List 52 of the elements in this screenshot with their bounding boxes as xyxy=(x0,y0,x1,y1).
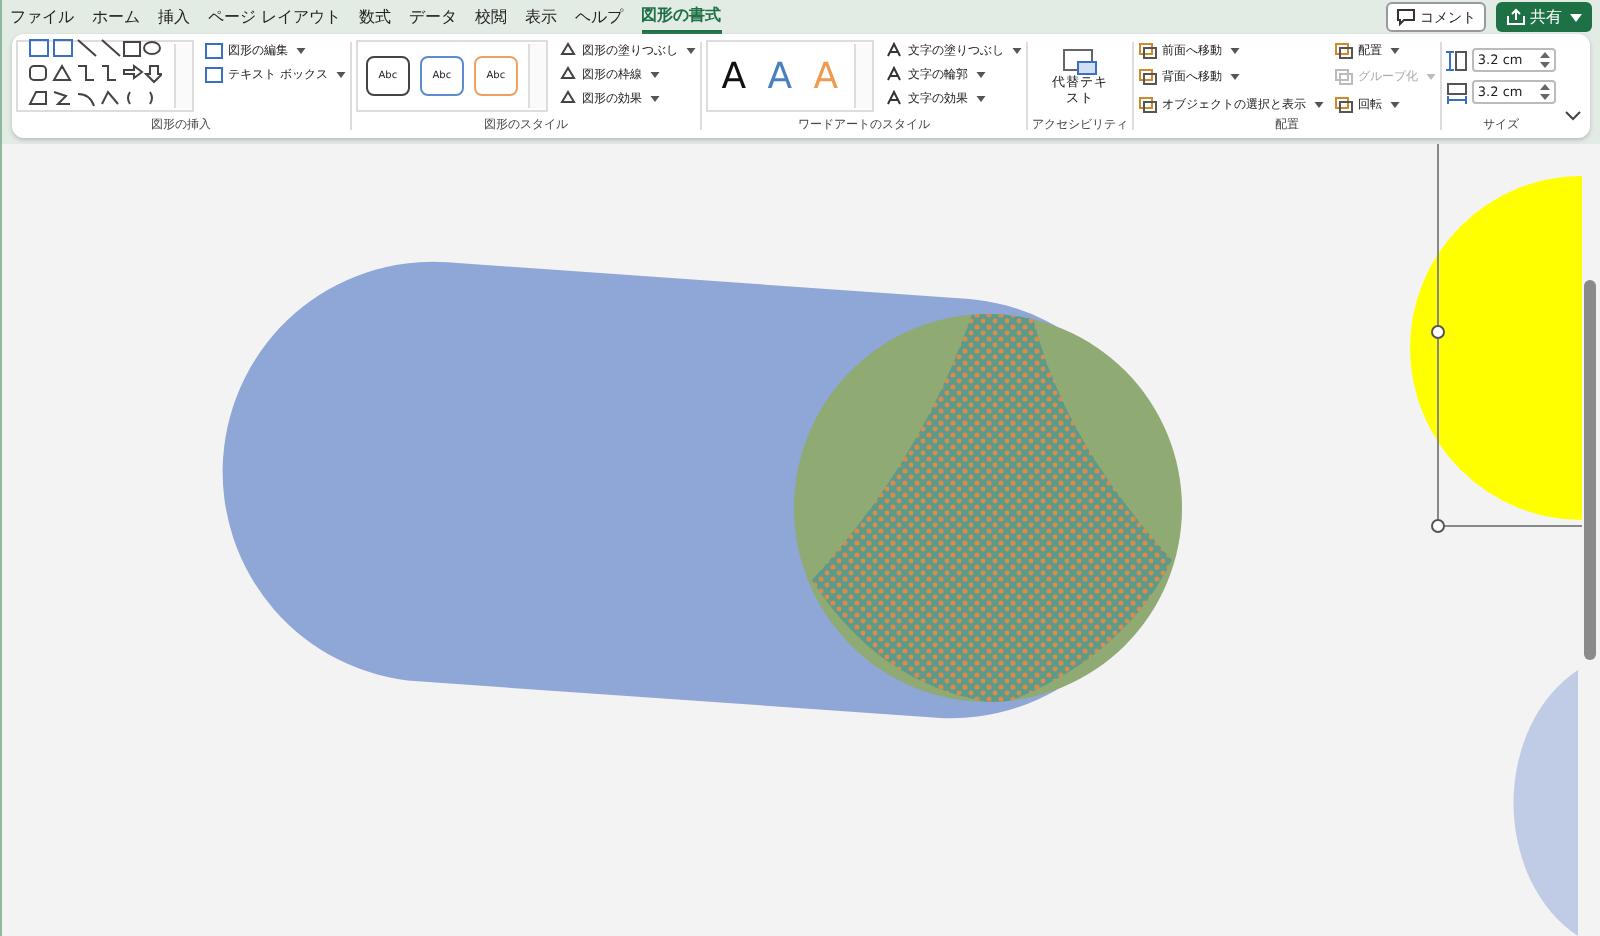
layer-icon xyxy=(1137,68,1158,87)
gallery-scroll[interactable] xyxy=(174,44,192,108)
share-icon xyxy=(1506,8,1526,26)
spinner-icon xyxy=(1539,52,1550,68)
scrollbar-thumb[interactable] xyxy=(1584,280,1596,660)
paint-icon xyxy=(557,90,578,108)
ribbon-tab[interactable]: 表示 xyxy=(525,0,558,34)
gallery-scroll[interactable] xyxy=(853,44,872,108)
share-button[interactable]: 共有 xyxy=(1496,2,1592,32)
letter-a-icon xyxy=(883,42,904,60)
caret-icon xyxy=(1389,102,1400,109)
shape-gallery[interactable] xyxy=(16,40,194,112)
ribbon-tab[interactable]: ページ レイアウト xyxy=(208,0,342,34)
width-icon xyxy=(1445,81,1468,103)
comment-icon xyxy=(1396,8,1416,26)
caret-icon xyxy=(649,72,660,78)
ribbon-tab[interactable]: ファイル xyxy=(10,0,74,34)
caret-icon xyxy=(1313,102,1324,109)
caret-icon xyxy=(975,72,986,78)
letter-a-icon xyxy=(883,90,904,108)
letter-a-icon xyxy=(883,66,904,84)
ribbon-tab[interactable]: ホーム xyxy=(92,0,140,34)
picture-icon xyxy=(1061,48,1098,76)
spinner-icon xyxy=(1539,84,1550,100)
paint-icon xyxy=(557,42,578,60)
layer-icon xyxy=(1333,41,1354,60)
caret-icon xyxy=(1570,13,1582,21)
ribbon-tab[interactable]: 校閲 xyxy=(475,0,508,34)
wordart-preset[interactable]: A xyxy=(761,55,798,97)
caret-icon xyxy=(649,96,660,102)
caret-icon xyxy=(1425,74,1436,81)
layer-icon xyxy=(1137,41,1158,60)
caret-icon xyxy=(1389,47,1400,54)
layer-icon xyxy=(1333,96,1354,115)
layer-icon xyxy=(1137,96,1158,115)
caret-icon xyxy=(335,72,346,78)
caret-icon xyxy=(685,48,696,54)
caret-icon xyxy=(975,96,986,102)
height-icon xyxy=(1445,49,1468,71)
ribbon-tab[interactable]: ヘルプ xyxy=(575,0,624,34)
wordart-preset[interactable]: A xyxy=(715,55,752,97)
ribbon-tab[interactable]: 数式 xyxy=(359,0,392,34)
layer-icon xyxy=(1333,68,1354,87)
caret-icon xyxy=(1229,47,1240,54)
caret-icon xyxy=(296,48,306,54)
caret-icon xyxy=(1229,74,1240,81)
ribbon-tab[interactable]: 挿入 xyxy=(158,0,190,34)
ribbon-tab[interactable]: データ xyxy=(409,0,458,34)
paint-icon xyxy=(557,66,578,84)
gallery-scroll[interactable] xyxy=(527,44,546,108)
caret-icon xyxy=(1011,48,1022,54)
chevron-icon[interactable] xyxy=(1564,110,1582,122)
